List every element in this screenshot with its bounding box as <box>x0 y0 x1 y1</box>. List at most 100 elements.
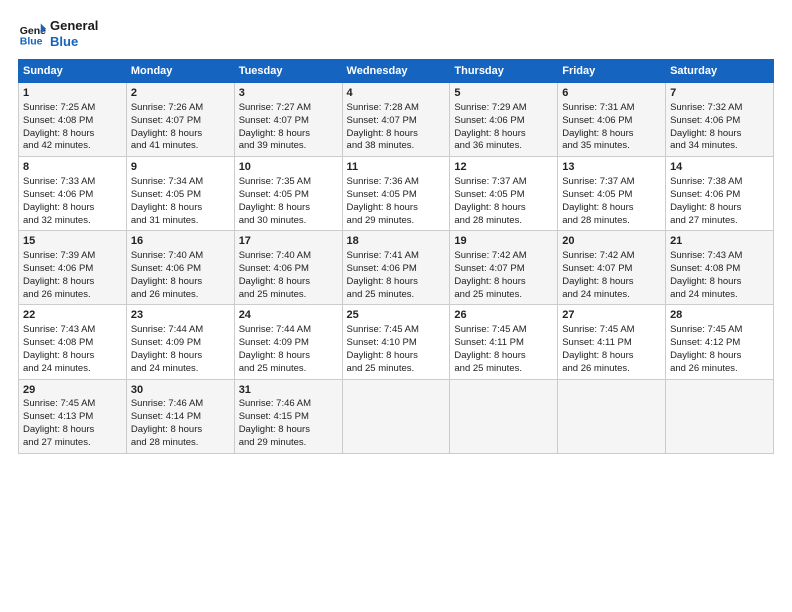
day-number: 30 <box>131 383 230 398</box>
day-cell: 18Sunrise: 7:41 AM Sunset: 4:06 PM Dayli… <box>342 231 450 305</box>
day-number: 19 <box>454 234 553 249</box>
day-content: Sunrise: 7:43 AM Sunset: 4:08 PM Dayligh… <box>23 324 95 373</box>
day-cell: 4Sunrise: 7:28 AM Sunset: 4:07 PM Daylig… <box>342 83 450 157</box>
day-cell: 22Sunrise: 7:43 AM Sunset: 4:08 PM Dayli… <box>19 305 127 379</box>
day-number: 21 <box>670 234 769 249</box>
day-cell: 10Sunrise: 7:35 AM Sunset: 4:05 PM Dayli… <box>234 157 342 231</box>
day-content: Sunrise: 7:35 AM Sunset: 4:05 PM Dayligh… <box>239 176 311 225</box>
day-cell: 29Sunrise: 7:45 AM Sunset: 4:13 PM Dayli… <box>19 379 127 453</box>
col-header-friday: Friday <box>558 60 666 83</box>
day-content: Sunrise: 7:45 AM Sunset: 4:11 PM Dayligh… <box>454 324 526 373</box>
day-content: Sunrise: 7:25 AM Sunset: 4:08 PM Dayligh… <box>23 102 95 151</box>
day-content: Sunrise: 7:37 AM Sunset: 4:05 PM Dayligh… <box>562 176 634 225</box>
week-row-5: 29Sunrise: 7:45 AM Sunset: 4:13 PM Dayli… <box>19 379 774 453</box>
day-cell <box>666 379 774 453</box>
day-content: Sunrise: 7:40 AM Sunset: 4:06 PM Dayligh… <box>131 250 203 299</box>
day-cell: 12Sunrise: 7:37 AM Sunset: 4:05 PM Dayli… <box>450 157 558 231</box>
day-content: Sunrise: 7:32 AM Sunset: 4:06 PM Dayligh… <box>670 102 742 151</box>
day-cell: 28Sunrise: 7:45 AM Sunset: 4:12 PM Dayli… <box>666 305 774 379</box>
day-number: 13 <box>562 160 661 175</box>
day-number: 15 <box>23 234 122 249</box>
day-content: Sunrise: 7:26 AM Sunset: 4:07 PM Dayligh… <box>131 102 203 151</box>
week-row-2: 8Sunrise: 7:33 AM Sunset: 4:06 PM Daylig… <box>19 157 774 231</box>
day-cell <box>558 379 666 453</box>
day-cell: 16Sunrise: 7:40 AM Sunset: 4:06 PM Dayli… <box>126 231 234 305</box>
logo-line2: Blue <box>50 34 98 50</box>
col-header-tuesday: Tuesday <box>234 60 342 83</box>
day-content: Sunrise: 7:39 AM Sunset: 4:06 PM Dayligh… <box>23 250 95 299</box>
day-number: 11 <box>347 160 446 175</box>
day-number: 29 <box>23 383 122 398</box>
day-cell: 15Sunrise: 7:39 AM Sunset: 4:06 PM Dayli… <box>19 231 127 305</box>
day-content: Sunrise: 7:44 AM Sunset: 4:09 PM Dayligh… <box>131 324 203 373</box>
day-content: Sunrise: 7:34 AM Sunset: 4:05 PM Dayligh… <box>131 176 203 225</box>
day-cell: 20Sunrise: 7:42 AM Sunset: 4:07 PM Dayli… <box>558 231 666 305</box>
week-row-3: 15Sunrise: 7:39 AM Sunset: 4:06 PM Dayli… <box>19 231 774 305</box>
day-number: 24 <box>239 308 338 323</box>
day-content: Sunrise: 7:36 AM Sunset: 4:05 PM Dayligh… <box>347 176 419 225</box>
page: General Blue General Blue SundayMondayTu… <box>0 0 792 612</box>
day-number: 14 <box>670 160 769 175</box>
day-number: 27 <box>562 308 661 323</box>
day-cell: 9Sunrise: 7:34 AM Sunset: 4:05 PM Daylig… <box>126 157 234 231</box>
day-cell: 5Sunrise: 7:29 AM Sunset: 4:06 PM Daylig… <box>450 83 558 157</box>
logo-line1: General <box>50 18 98 34</box>
day-cell: 17Sunrise: 7:40 AM Sunset: 4:06 PM Dayli… <box>234 231 342 305</box>
day-number: 5 <box>454 86 553 101</box>
week-row-4: 22Sunrise: 7:43 AM Sunset: 4:08 PM Dayli… <box>19 305 774 379</box>
day-content: Sunrise: 7:29 AM Sunset: 4:06 PM Dayligh… <box>454 102 526 151</box>
day-number: 26 <box>454 308 553 323</box>
header: General Blue General Blue <box>18 18 774 49</box>
day-cell: 26Sunrise: 7:45 AM Sunset: 4:11 PM Dayli… <box>450 305 558 379</box>
day-content: Sunrise: 7:45 AM Sunset: 4:11 PM Dayligh… <box>562 324 634 373</box>
day-cell: 13Sunrise: 7:37 AM Sunset: 4:05 PM Dayli… <box>558 157 666 231</box>
day-number: 1 <box>23 86 122 101</box>
col-header-monday: Monday <box>126 60 234 83</box>
day-number: 17 <box>239 234 338 249</box>
day-number: 2 <box>131 86 230 101</box>
logo-icon: General Blue <box>18 20 46 48</box>
day-cell: 11Sunrise: 7:36 AM Sunset: 4:05 PM Dayli… <box>342 157 450 231</box>
day-content: Sunrise: 7:43 AM Sunset: 4:08 PM Dayligh… <box>670 250 742 299</box>
day-number: 25 <box>347 308 446 323</box>
day-content: Sunrise: 7:27 AM Sunset: 4:07 PM Dayligh… <box>239 102 311 151</box>
day-cell: 27Sunrise: 7:45 AM Sunset: 4:11 PM Dayli… <box>558 305 666 379</box>
day-cell: 2Sunrise: 7:26 AM Sunset: 4:07 PM Daylig… <box>126 83 234 157</box>
day-number: 31 <box>239 383 338 398</box>
svg-text:Blue: Blue <box>20 35 43 47</box>
day-number: 6 <box>562 86 661 101</box>
col-header-thursday: Thursday <box>450 60 558 83</box>
day-number: 10 <box>239 160 338 175</box>
day-cell: 21Sunrise: 7:43 AM Sunset: 4:08 PM Dayli… <box>666 231 774 305</box>
day-number: 9 <box>131 160 230 175</box>
day-cell: 6Sunrise: 7:31 AM Sunset: 4:06 PM Daylig… <box>558 83 666 157</box>
day-content: Sunrise: 7:42 AM Sunset: 4:07 PM Dayligh… <box>454 250 526 299</box>
day-content: Sunrise: 7:33 AM Sunset: 4:06 PM Dayligh… <box>23 176 95 225</box>
day-content: Sunrise: 7:45 AM Sunset: 4:12 PM Dayligh… <box>670 324 742 373</box>
day-cell: 23Sunrise: 7:44 AM Sunset: 4:09 PM Dayli… <box>126 305 234 379</box>
day-content: Sunrise: 7:31 AM Sunset: 4:06 PM Dayligh… <box>562 102 634 151</box>
day-cell: 19Sunrise: 7:42 AM Sunset: 4:07 PM Dayli… <box>450 231 558 305</box>
day-cell: 24Sunrise: 7:44 AM Sunset: 4:09 PM Dayli… <box>234 305 342 379</box>
day-number: 22 <box>23 308 122 323</box>
day-cell <box>450 379 558 453</box>
day-content: Sunrise: 7:45 AM Sunset: 4:13 PM Dayligh… <box>23 398 95 447</box>
day-number: 18 <box>347 234 446 249</box>
calendar-table: SundayMondayTuesdayWednesdayThursdayFrid… <box>18 59 774 453</box>
col-header-saturday: Saturday <box>666 60 774 83</box>
day-number: 28 <box>670 308 769 323</box>
day-number: 12 <box>454 160 553 175</box>
day-number: 4 <box>347 86 446 101</box>
day-cell: 8Sunrise: 7:33 AM Sunset: 4:06 PM Daylig… <box>19 157 127 231</box>
day-cell: 14Sunrise: 7:38 AM Sunset: 4:06 PM Dayli… <box>666 157 774 231</box>
day-number: 16 <box>131 234 230 249</box>
day-cell: 3Sunrise: 7:27 AM Sunset: 4:07 PM Daylig… <box>234 83 342 157</box>
day-number: 3 <box>239 86 338 101</box>
day-content: Sunrise: 7:37 AM Sunset: 4:05 PM Dayligh… <box>454 176 526 225</box>
logo: General Blue General Blue <box>18 18 98 49</box>
day-content: Sunrise: 7:46 AM Sunset: 4:14 PM Dayligh… <box>131 398 203 447</box>
day-cell: 1Sunrise: 7:25 AM Sunset: 4:08 PM Daylig… <box>19 83 127 157</box>
week-row-1: 1Sunrise: 7:25 AM Sunset: 4:08 PM Daylig… <box>19 83 774 157</box>
day-content: Sunrise: 7:45 AM Sunset: 4:10 PM Dayligh… <box>347 324 419 373</box>
day-content: Sunrise: 7:41 AM Sunset: 4:06 PM Dayligh… <box>347 250 419 299</box>
